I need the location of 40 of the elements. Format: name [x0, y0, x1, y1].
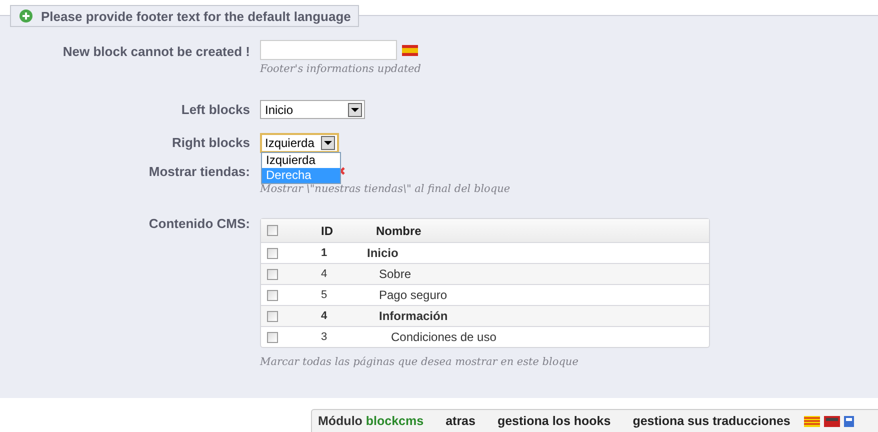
field-hint: Mostrar \"nuestras tiendas\" al final del bloque — [260, 183, 510, 195]
table-cell-text: 5 — [321, 289, 328, 301]
flag-icon[interactable] — [402, 44, 418, 56]
table-cell-text: Inicio — [366, 246, 400, 260]
dropdown-option[interactable]: Izquierda — [262, 153, 340, 168]
right-blocks-select[interactable]: Izquierda — [260, 133, 339, 153]
table-cell-text: 4 — [321, 310, 328, 322]
flag-icon[interactable] — [804, 416, 820, 427]
field-label: New block cannot be created ! — [62, 43, 251, 59]
table-cell-text: 3 — [321, 331, 328, 343]
table-cell-text: 1 — [321, 247, 328, 259]
table-cell-text: 4 — [321, 268, 328, 280]
checkbox[interactable] — [267, 290, 278, 300]
table-cell-text: Sobre — [378, 267, 412, 281]
flag-icon[interactable] — [824, 416, 840, 427]
field-hint: Footer's informations updated — [260, 63, 421, 75]
checkbox[interactable] — [267, 310, 278, 322]
field-hint: Marcar todas las páginas que desea mostrar en este bloque — [260, 356, 580, 368]
toolbar-link[interactable]: gestiona sus traducciones — [632, 414, 790, 429]
checkbox[interactable] — [267, 332, 278, 342]
field-label: Contenido CMS: — [148, 216, 251, 231]
checkbox[interactable] — [267, 248, 278, 258]
footer-text-field[interactable] — [260, 40, 397, 60]
left-blocks-select[interactable]: Inicio — [260, 100, 365, 119]
checkbox[interactable] — [267, 225, 278, 236]
module-title: Módulo blockcms — [318, 414, 424, 429]
table-cell-text: Información — [378, 309, 449, 323]
flag-icon[interactable] — [844, 416, 854, 427]
checkbox[interactable] — [267, 268, 278, 280]
table-cell-text: Pago seguro — [378, 288, 448, 302]
table-cell-text: Condiciones de uso — [390, 330, 498, 344]
column-header: Nombre — [375, 224, 422, 238]
legend-title: Please provide footer text for the default language — [41, 8, 351, 24]
column-header: ID — [321, 224, 334, 238]
field-label: Left blocks — [180, 101, 251, 117]
field-label: Right blocks — [170, 134, 251, 150]
toolbar-link[interactable]: gestiona los hooks — [497, 414, 611, 429]
toolbar-link[interactable]: atras — [446, 414, 476, 429]
field-label: Mostrar tiendas: — [148, 163, 251, 179]
plus-icon — [19, 9, 33, 23]
